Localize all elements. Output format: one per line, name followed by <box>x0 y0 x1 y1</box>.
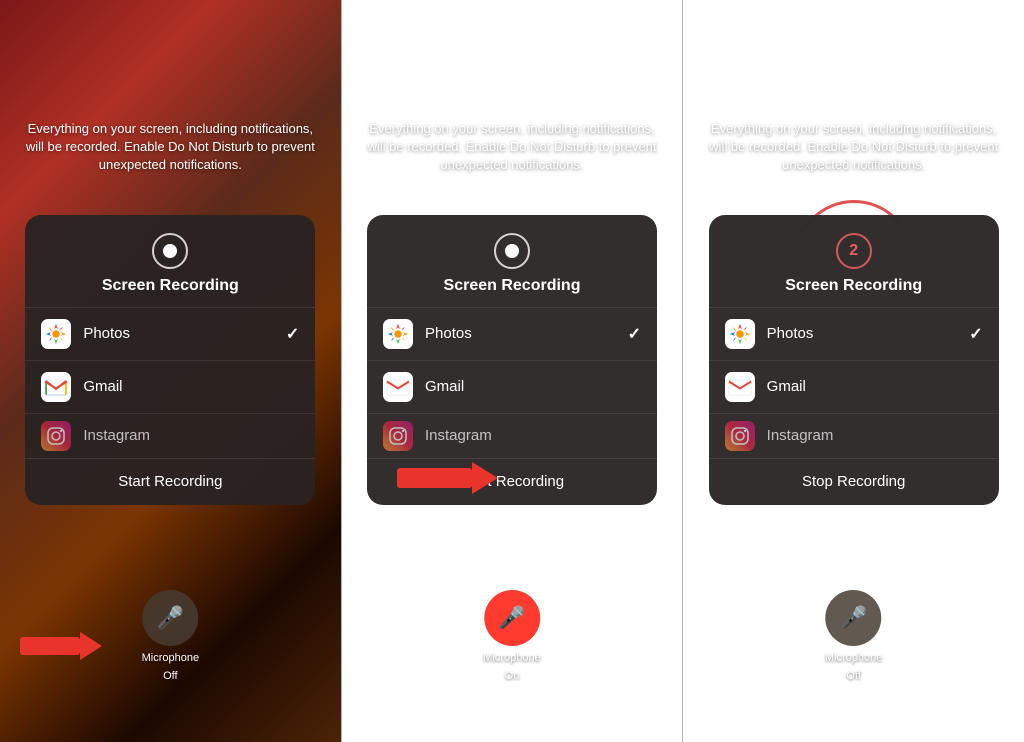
record-icon-countdown-3: 2 <box>836 233 872 269</box>
instagram-app-name-1: Instagram <box>83 427 299 444</box>
gmail-app-name-3: Gmail <box>767 378 983 395</box>
start-recording-btn-1[interactable]: Start Recording <box>118 473 222 490</box>
panel-3-description: Everything on your screen, including not… <box>683 100 1024 175</box>
photos-app-icon-2 <box>383 319 413 349</box>
photos-app-name-3: Photos <box>767 325 970 342</box>
panel-3-modal-header: 2 Screen Recording <box>709 215 999 308</box>
photos-app-name-2: Photos <box>425 325 628 342</box>
panel-3-modal-title: Screen Recording <box>785 277 922 295</box>
panel-1-description: Everything on your screen, including not… <box>0 100 341 175</box>
microphone-icon-2: 🎤 <box>498 605 525 631</box>
gmail-app-icon-3 <box>725 372 755 402</box>
instagram-app-icon-3 <box>725 421 755 451</box>
record-icon-2 <box>494 233 530 269</box>
panel-2-description: Everything on your screen, including not… <box>342 100 683 175</box>
microphone-area-1: 🎤 Microphone Off <box>142 590 199 682</box>
photos-app-name-1: Photos <box>83 325 286 342</box>
mic-sublabel-1: Off <box>163 670 177 682</box>
panel-2-modal-header: Screen Recording <box>367 215 657 308</box>
list-item[interactable]: Gmail <box>367 361 657 414</box>
list-item[interactable]: Gmail <box>709 361 999 414</box>
stop-recording-btn-3[interactable]: Stop Recording <box>802 473 905 490</box>
list-item[interactable]: Photos ✓ <box>25 308 315 361</box>
panel-1-modal-header: Screen Recording <box>25 215 315 308</box>
panel-1-modal-title: Screen Recording <box>102 277 239 295</box>
record-icon-1 <box>152 233 188 269</box>
panel-1: Everything on your screen, including not… <box>0 0 341 742</box>
mic-label-2: Microphone <box>483 652 540 664</box>
mic-button-1[interactable]: 🎤 <box>142 590 198 646</box>
mic-button-3[interactable]: 🎤 <box>826 590 882 646</box>
mic-sublabel-3: Off <box>846 670 860 682</box>
instagram-app-icon-2 <box>383 421 413 451</box>
gmail-app-name-2: Gmail <box>425 378 641 395</box>
photos-checkmark-2: ✓ <box>628 324 641 344</box>
mic-sublabel-2: On <box>505 670 520 682</box>
instagram-app-name-3: Instagram <box>767 427 983 444</box>
list-item[interactable]: Instagram <box>709 414 999 458</box>
instagram-app-name-2: Instagram <box>425 427 641 444</box>
panel-2: Everything on your screen, including not… <box>342 0 683 742</box>
mic-label-3: Microphone <box>825 652 882 664</box>
list-item[interactable]: Photos ✓ <box>367 308 657 361</box>
microphone-icon-1: 🎤 <box>157 605 184 631</box>
photos-app-icon-1 <box>41 319 71 349</box>
instagram-app-icon-1 <box>41 421 71 451</box>
panel-2-modal-title: Screen Recording <box>444 277 581 295</box>
mic-button-2[interactable]: 🎤 <box>484 590 540 646</box>
panel-3-modal-footer[interactable]: Stop Recording <box>709 458 999 505</box>
panel-1-app-list: Photos ✓ Gmai <box>25 308 315 458</box>
panel-3-app-list: Photos ✓ Gmail <box>709 308 999 458</box>
list-item[interactable]: Instagram <box>367 414 657 458</box>
panel-1-modal-footer[interactable]: Start Recording <box>25 458 315 505</box>
panel-1-modal: Screen Recording P <box>25 215 315 505</box>
panel-3-modal: 2 Screen Recording <box>709 215 999 505</box>
list-item[interactable]: Gmail <box>25 361 315 414</box>
gmail-app-icon-1 <box>41 372 71 402</box>
panel-2-app-list: Photos ✓ Gmail <box>367 308 657 458</box>
record-dot-1 <box>163 244 177 258</box>
microphone-area-3: 🎤 Microphone Off <box>825 590 882 682</box>
microphone-area-2: 🎤 Microphone On <box>483 590 540 682</box>
mic-label-1: Microphone <box>142 652 199 664</box>
arrow-to-recording-2 <box>397 462 498 494</box>
arrow-to-mic-1 <box>20 632 102 660</box>
list-item[interactable]: Photos ✓ <box>709 308 999 361</box>
photos-checkmark-1: ✓ <box>286 324 299 344</box>
record-dot-2 <box>505 244 519 258</box>
photos-checkmark-3: ✓ <box>969 324 982 344</box>
panel-3: Everything on your screen, including not… <box>683 0 1024 742</box>
microphone-icon-3: 🎤 <box>840 605 867 631</box>
gmail-app-icon-2 <box>383 372 413 402</box>
gmail-app-name-1: Gmail <box>83 378 299 395</box>
photos-app-icon-3 <box>725 319 755 349</box>
list-item[interactable]: Instagram <box>25 414 315 458</box>
